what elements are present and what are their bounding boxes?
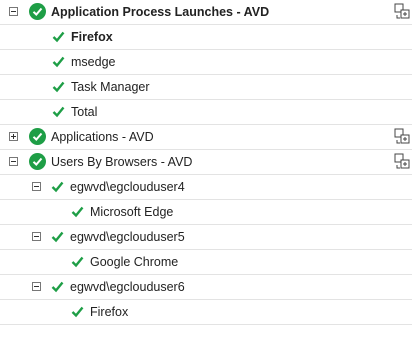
tree-row-child[interactable]: Task Manager	[0, 75, 412, 100]
tree-row-group-avd-launches[interactable]: Application Process Launches - AVD	[0, 0, 412, 25]
collapse-icon[interactable]	[9, 157, 18, 166]
tree-row-browser[interactable]: Google Chrome	[0, 250, 412, 275]
group-label: Users By Browsers - AVD	[51, 155, 193, 169]
tree-row-child[interactable]: Firefox	[0, 25, 412, 50]
tree-row-group-applications[interactable]: Applications - AVD	[0, 125, 412, 150]
child-label: Total	[71, 105, 98, 119]
browser-label: Microsoft Edge	[90, 205, 174, 219]
browser-label: Firefox	[90, 305, 129, 319]
green-tick-icon	[71, 206, 84, 218]
tree-row-browser[interactable]: Microsoft Edge	[0, 200, 412, 225]
green-check-circle-icon	[29, 3, 46, 20]
detach-window-icon[interactable]	[394, 128, 411, 145]
tree-view: Application Process Launches - AVD Firef…	[0, 0, 420, 343]
green-tick-icon	[71, 306, 84, 318]
tree-row-user[interactable]: egwvd\egclouduser4	[0, 175, 412, 200]
user-label: egwvd\egclouduser4	[70, 180, 185, 194]
user-label: egwvd\egclouduser6	[70, 280, 185, 294]
user-label: egwvd\egclouduser5	[70, 230, 185, 244]
green-tick-icon	[52, 56, 65, 68]
tree-row-user[interactable]: egwvd\egclouduser6	[0, 275, 412, 300]
tree-row-user[interactable]: egwvd\egclouduser5	[0, 225, 412, 250]
green-tick-icon	[52, 106, 65, 118]
green-tick-icon	[52, 81, 65, 93]
detach-window-icon[interactable]	[394, 153, 411, 170]
green-tick-icon	[71, 256, 84, 268]
tree-row-child[interactable]: msedge	[0, 50, 412, 75]
collapse-icon[interactable]	[32, 182, 41, 191]
collapse-icon[interactable]	[32, 232, 41, 241]
green-tick-icon	[52, 31, 65, 43]
green-check-circle-icon	[29, 128, 46, 145]
child-label: Firefox	[71, 30, 113, 44]
collapse-icon[interactable]	[32, 282, 41, 291]
green-tick-icon	[51, 281, 64, 293]
collapse-icon[interactable]	[9, 7, 18, 16]
child-label: Task Manager	[71, 80, 150, 94]
browser-label: Google Chrome	[90, 255, 179, 269]
group-label: Application Process Launches - AVD	[51, 5, 270, 19]
expand-icon[interactable]	[9, 132, 18, 141]
tree-row-browser[interactable]: Firefox	[0, 300, 412, 325]
tree-row-child[interactable]: Total	[0, 100, 412, 125]
group-label: Applications - AVD	[51, 130, 154, 144]
green-check-circle-icon	[29, 153, 46, 170]
tree-row-group-users-browsers[interactable]: Users By Browsers - AVD	[0, 150, 412, 175]
child-label: msedge	[71, 55, 116, 69]
green-tick-icon	[51, 181, 64, 193]
detach-window-icon[interactable]	[394, 3, 411, 20]
green-tick-icon	[51, 231, 64, 243]
